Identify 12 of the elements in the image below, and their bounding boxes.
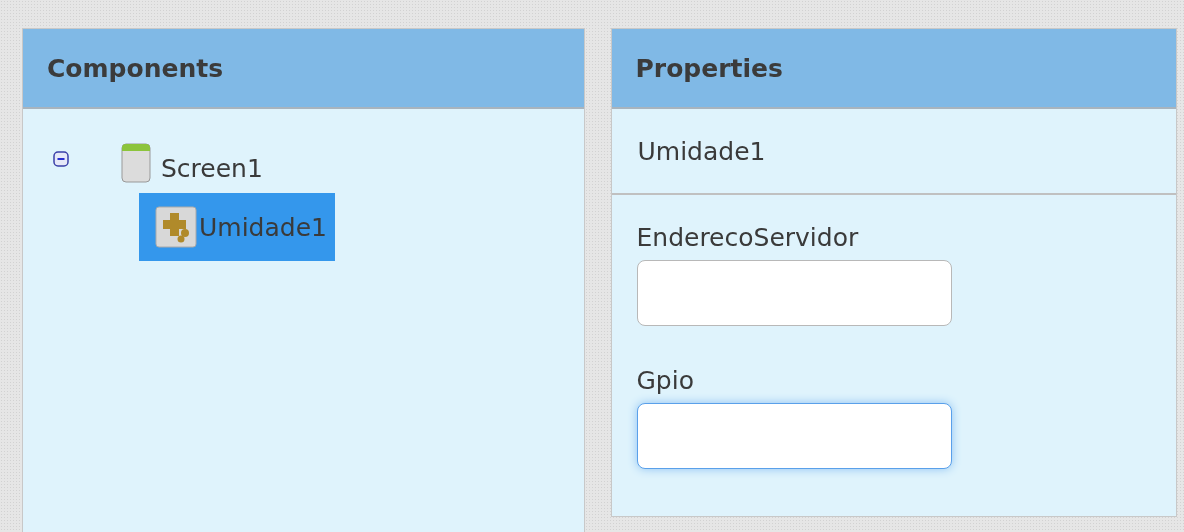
- input-field[interactable]: [636, 260, 952, 326]
- property-label: Gpio: [636, 366, 694, 395]
- panel-title: Components: [47, 53, 224, 83]
- panel-title: Properties: [635, 53, 783, 83]
- puzzle-icon: [155, 206, 197, 248]
- property-label: EnderecoServidor: [636, 223, 859, 252]
- component-name: Umidade1: [637, 136, 766, 166]
- input-field[interactable]: [636, 403, 952, 469]
- phone-screen-icon: [121, 143, 151, 183]
- tree-item[interactable]: Umidade1: [139, 193, 335, 261]
- collapse-icon[interactable]: [53, 151, 69, 167]
- tree-item[interactable]: Screen1: [117, 137, 267, 189]
